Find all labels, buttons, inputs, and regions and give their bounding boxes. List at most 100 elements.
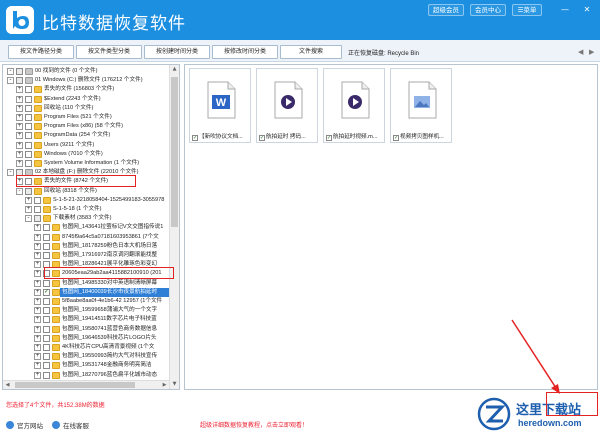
expand-icon[interactable]: + xyxy=(16,160,23,167)
file-checkbox[interactable]: ✓ xyxy=(326,135,332,141)
expand-icon[interactable]: + xyxy=(16,150,23,158)
tree-row[interactable]: + 丢失的文件 (156803 个文件) xyxy=(3,85,169,94)
tab-by-type[interactable]: 按文件类型分类 xyxy=(76,45,142,59)
expand-icon[interactable]: + xyxy=(16,123,23,131)
tree-checkbox[interactable] xyxy=(43,242,50,250)
tree-row[interactable]: + S-1-5-18 (1 个文件) xyxy=(3,205,169,214)
expand-icon[interactable]: + xyxy=(16,86,23,94)
expand-icon[interactable]: + xyxy=(34,252,41,259)
menu-button[interactable]: ☰菜单 xyxy=(512,4,542,16)
tree-checkbox[interactable] xyxy=(43,334,50,342)
tree-row[interactable]: +8745f9a64c5a07181603953861 (7个文 xyxy=(3,233,169,242)
expand-icon[interactable]: + xyxy=(34,298,41,305)
tab-by-create-time[interactable]: 按创建时间分类 xyxy=(144,45,210,59)
tree-vertical-scrollbar[interactable]: ▲ ▼ xyxy=(169,65,179,389)
tree-row[interactable]: + 回收站 (110 个文件) xyxy=(3,104,169,113)
file-checkbox[interactable]: ✓ xyxy=(393,135,399,141)
tree-checkbox[interactable] xyxy=(43,316,50,324)
expand-icon[interactable]: + xyxy=(34,344,41,351)
expand-icon[interactable]: + xyxy=(34,233,41,241)
expand-icon[interactable]: + xyxy=(34,288,41,296)
expand-icon[interactable]: + xyxy=(16,104,23,112)
scroll-left-icon[interactable]: ◀ xyxy=(3,381,12,389)
tree-checkbox[interactable] xyxy=(43,224,50,232)
expand-icon[interactable]: + xyxy=(34,279,41,287)
tree-row[interactable]: + Program Files (x86) (58 个文件) xyxy=(3,122,169,131)
tree-row[interactable]: + 包图网_19580741蓝营色商务数据信息 xyxy=(3,325,169,334)
tab-by-path[interactable]: 按文件路径分类 xyxy=(8,45,74,59)
tree-checkbox[interactable] xyxy=(25,114,32,121)
close-icon[interactable]: ✕ xyxy=(582,4,592,16)
tree-checkbox[interactable] xyxy=(25,123,32,131)
scroll-up-icon[interactable]: ▲ xyxy=(170,65,179,74)
expand-icon[interactable]: + xyxy=(34,307,41,315)
tree-row[interactable]: + 包图网_19414511数字芯片电子科技蓝 xyxy=(3,315,169,324)
tab-by-modify-time[interactable]: 按修改时间分类 xyxy=(212,45,278,59)
scroll-down-icon[interactable]: ▼ xyxy=(170,380,179,389)
tree-row[interactable]: + 包图网_19599658蒲浦大气的一个文字 xyxy=(3,306,169,315)
tree-checkbox[interactable] xyxy=(43,344,50,351)
tab-file-search[interactable]: 文件搜索 xyxy=(280,45,342,59)
tree-checkbox[interactable] xyxy=(43,325,50,333)
tree-row[interactable]: - 00 找到的文件 (0 个文件) xyxy=(3,67,169,76)
tree-row[interactable]: +5f8aabe8aa0f-4e1b6-42 12957 (1个文件 xyxy=(3,297,169,306)
expand-icon[interactable]: + xyxy=(34,371,41,379)
tree-checkbox[interactable] xyxy=(16,68,23,75)
tree-checkbox[interactable] xyxy=(43,353,50,361)
tree-row[interactable]: + 包图网_18178259粉色日本大机场日落 xyxy=(3,242,169,251)
expand-icon[interactable]: + xyxy=(16,132,23,140)
expand-icon[interactable]: + xyxy=(34,242,41,250)
tree-checkbox[interactable] xyxy=(43,307,50,315)
scroll-right-icon[interactable]: ▶ xyxy=(160,381,169,389)
tree-checkbox[interactable] xyxy=(25,132,32,140)
expand-icon[interactable]: + xyxy=(25,206,32,213)
minimize-icon[interactable]: — xyxy=(560,4,570,16)
chevron-right-icon[interactable]: ▶ xyxy=(589,47,597,57)
tree-checkbox[interactable] xyxy=(43,362,50,370)
file-card[interactable]: ✓ 航拍延时视频.m... xyxy=(323,68,385,143)
tree-row[interactable]: + 包图网_18270796蓝色扁平化城市动态 xyxy=(3,371,169,380)
tree-row[interactable]: +4K科技芯片CPU高清背景视频 (1个文 xyxy=(3,343,169,352)
expand-icon[interactable]: + xyxy=(34,325,41,333)
file-card[interactable]: ✓ 航拍延时 拷码... xyxy=(256,68,318,143)
super-vip-button[interactable]: 超级会员 xyxy=(428,4,464,16)
tree-row[interactable]: + S-1-5-21-3218058404-1525499183-3055978 xyxy=(3,196,169,205)
expand-icon[interactable]: + xyxy=(34,362,41,370)
collapse-icon[interactable]: - xyxy=(16,187,23,195)
tree-checkbox[interactable] xyxy=(25,95,32,103)
tree-row[interactable]: - 01 Windows (C:) 删除文件 (176212 个文件) xyxy=(3,76,169,85)
tree-row[interactable]: + Program Files (521 个文件) xyxy=(3,113,169,122)
official-website-link[interactable]: 官方网站 xyxy=(6,420,43,430)
chevron-left-icon[interactable]: ◀ xyxy=(578,47,586,57)
tree-checkbox[interactable] xyxy=(25,104,32,112)
tree-row[interactable]: + System Volume Information (1 个文件) xyxy=(3,159,169,168)
online-service-link[interactable]: 在线客服 xyxy=(52,420,89,430)
tree-row[interactable]: + 包图网_143641拉萤标记V文交图指传说1 xyxy=(3,223,169,232)
tree-horizontal-scrollbar[interactable]: ◀ ▶ xyxy=(3,380,169,389)
expand-icon[interactable]: + xyxy=(25,196,32,204)
tree-row[interactable]: + Windows (7010 个文件) xyxy=(3,150,169,159)
tree-checkbox[interactable] xyxy=(25,141,32,149)
tree-checkbox[interactable] xyxy=(43,279,50,287)
tree-checkbox[interactable] xyxy=(25,150,32,158)
collapse-icon[interactable]: - xyxy=(25,215,32,223)
tree-row[interactable]: + 包图网_14985330对中英语制清晰屏幕 xyxy=(3,279,169,288)
tutorial-link[interactable]: 超级详细数据恢复教程，点击立即观看！ xyxy=(200,420,308,429)
file-card[interactable]: W ✓ 【新吹协议文档... xyxy=(189,68,251,143)
tree-row[interactable]: + ProgramData (254 个文件) xyxy=(3,131,169,140)
tree-checkbox[interactable] xyxy=(34,215,41,223)
expand-icon[interactable]: + xyxy=(34,334,41,342)
tree-row[interactable]: + ✓ 包图网_18400039长沙市夜景航拍延时 xyxy=(3,287,169,297)
tree-checkbox[interactable] xyxy=(25,187,32,195)
expand-icon[interactable]: + xyxy=(16,114,23,121)
expand-icon[interactable]: + xyxy=(16,141,23,149)
tree-row[interactable]: + Users (9211 个文件) xyxy=(3,141,169,150)
expand-icon[interactable]: + xyxy=(34,261,41,269)
tree-checkbox[interactable] xyxy=(16,77,23,85)
tree-checkbox[interactable] xyxy=(34,206,41,213)
tree-row[interactable]: + 包图网_19531748金融商务明亮简洁 xyxy=(3,361,169,370)
tree-row[interactable]: + 包图网_19550993简约大气对科技宣传 xyxy=(3,352,169,361)
expand-icon[interactable]: + xyxy=(16,95,23,103)
file-checkbox[interactable]: ✓ xyxy=(259,135,265,141)
tree-checkbox[interactable] xyxy=(25,160,32,167)
